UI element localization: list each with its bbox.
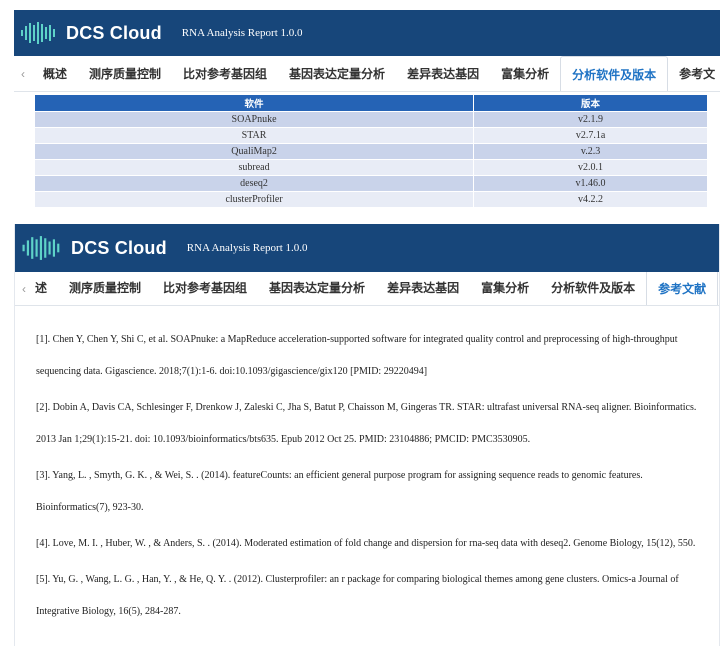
list-item: [2]. Dobin A, Davis CA, Schlesinger F, D… (36, 402, 697, 445)
column-header-version: 版本 (473, 94, 708, 112)
chevron-left-icon[interactable]: ‹ (15, 282, 33, 296)
tab-differential-expression[interactable]: 差异表达基因 (376, 279, 470, 305)
tab-gene-expression[interactable]: 基因表达定量分析 (258, 279, 376, 305)
software-version-table: 软件 版本 SOAPnuke v2.1.9 STAR v2.7.1a Quali… (33, 94, 708, 208)
software-cell: STAR (33, 127, 475, 144)
dna-bars-logo-icon (21, 22, 55, 44)
references-panel: DCS Cloud RNA Analysis Report 1.0.0 ‹ 述 … (14, 224, 720, 646)
version-cell: v2.0.1 (473, 159, 708, 176)
table-header-row: 软件 版本 (33, 94, 708, 112)
reference-list: [1]. Chen Y, Chen Y, Shi C, et al. SOAPn… (15, 306, 719, 628)
version-cell: v4.2.2 (473, 191, 708, 208)
column-header-software: 软件 (33, 94, 475, 112)
tab-software-versions[interactable]: 分析软件及版本 (560, 56, 669, 91)
software-cell: QualiMap2 (33, 143, 475, 160)
report-title: RNA Analysis Report 1.0.0 (181, 27, 303, 39)
software-cell: subread (33, 159, 475, 176)
chevron-left-icon[interactable]: ‹ (14, 67, 32, 81)
table-row: QualiMap2 v.2.3 (33, 143, 708, 160)
list-item: [4]. Love, M. I. , Huber, W. , & Anders,… (36, 538, 696, 549)
tab-gene-expression[interactable]: 基因表达定量分析 (278, 65, 396, 91)
list-item: [5]. Yu, G. , Wang, L. G. , Han, Y. , & … (36, 574, 679, 617)
tab-reference-alignment[interactable]: 比对参考基因组 (152, 279, 258, 305)
tab-overview[interactable]: 概述 (32, 65, 78, 91)
brand-name: DCS Cloud (71, 237, 167, 258)
table-row: STAR v2.7.1a (33, 127, 708, 144)
report-tabs: ‹ 概述 测序质量控制 比对参考基因组 基因表达定量分析 差异表达基因 富集分析… (14, 56, 720, 92)
tab-sequencing-qc[interactable]: 测序质量控制 (58, 279, 152, 305)
chevron-right-icon[interactable]: › (718, 282, 719, 296)
table-row: deseq2 v1.46.0 (33, 175, 708, 192)
logo[interactable]: DCS Cloud (21, 224, 167, 272)
software-cell: SOAPnuke (33, 111, 475, 128)
tab-references[interactable]: 参考文献 (646, 272, 719, 305)
version-cell: v2.1.9 (473, 111, 708, 128)
app-header: DCS Cloud RNA Analysis Report 1.0.0 (14, 10, 720, 56)
table-row: subread v2.0.1 (33, 159, 708, 176)
tab-references[interactable]: 参考文 (668, 65, 720, 91)
table-row: SOAPnuke v2.1.9 (33, 111, 708, 128)
app-header: DCS Cloud RNA Analysis Report 1.0.0 (15, 224, 719, 272)
list-item: [1]. Chen Y, Chen Y, Shi C, et al. SOAPn… (36, 334, 678, 377)
version-cell: v2.7.1a (473, 127, 708, 144)
tab-overview[interactable]: 述 (33, 279, 58, 305)
list-item: [3]. Yang, L. , Smyth, G. K. , & Wei, S.… (36, 470, 643, 513)
software-cell: deseq2 (33, 175, 475, 192)
version-cell: v.2.3 (473, 143, 708, 160)
table-row: clusterProfiler v4.2.2 (33, 191, 708, 208)
tab-enrichment[interactable]: 富集分析 (490, 65, 560, 91)
tab-enrichment[interactable]: 富集分析 (470, 279, 540, 305)
report-title: RNA Analysis Report 1.0.0 (186, 242, 308, 254)
tab-differential-expression[interactable]: 差异表达基因 (396, 65, 490, 91)
software-version-panel: DCS Cloud RNA Analysis Report 1.0.0 ‹ 概述… (14, 10, 720, 210)
report-tabs: ‹ 述 测序质量控制 比对参考基因组 基因表达定量分析 差异表达基因 富集分析 … (15, 272, 719, 306)
logo[interactable]: DCS Cloud (20, 10, 162, 56)
tab-reference-alignment[interactable]: 比对参考基因组 (172, 65, 278, 91)
dna-bars-logo-icon (22, 236, 60, 260)
software-cell: clusterProfiler (33, 191, 475, 208)
brand-name: DCS Cloud (66, 22, 162, 43)
tab-sequencing-qc[interactable]: 测序质量控制 (78, 65, 172, 91)
version-cell: v1.46.0 (473, 175, 708, 192)
tab-software-versions[interactable]: 分析软件及版本 (540, 279, 646, 305)
